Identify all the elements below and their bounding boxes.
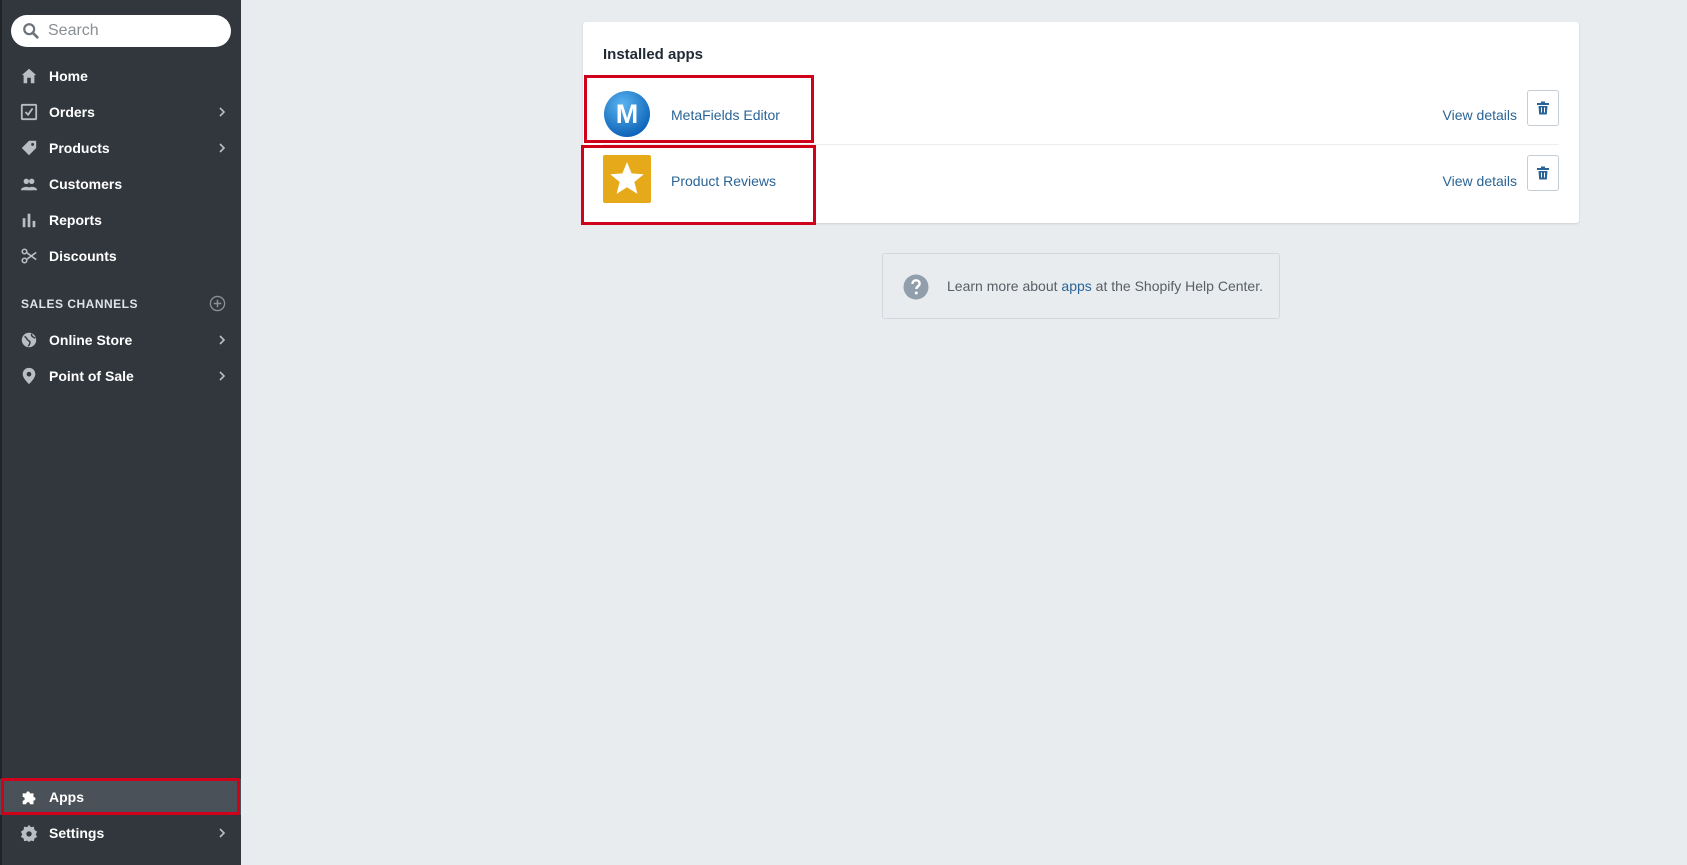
view-details-link[interactable]: View details bbox=[1443, 173, 1517, 189]
view-details-link[interactable]: View details bbox=[1443, 107, 1517, 123]
customers-icon bbox=[20, 178, 38, 191]
help-suffix: at the Shopify Help Center. bbox=[1091, 278, 1263, 294]
sidebar-item-discounts[interactable]: Discounts bbox=[0, 238, 241, 274]
sidebar-item-label: Settings bbox=[49, 825, 105, 841]
help-prefix: Learn more about bbox=[947, 278, 1062, 294]
chevron-right-icon bbox=[219, 107, 226, 117]
chevron-right-icon bbox=[219, 143, 226, 153]
sales-channels-title: SALES CHANNELS bbox=[21, 297, 139, 311]
app-row-metafields-editor: M MetaFields Editor View details bbox=[583, 76, 1579, 144]
sidebar-item-label: Customers bbox=[49, 176, 123, 192]
metafields-logo: M bbox=[604, 91, 650, 137]
tag-icon bbox=[21, 140, 37, 156]
trash-icon bbox=[1537, 166, 1549, 180]
installed-apps-card: Installed apps M MetaFields Editor View … bbox=[583, 22, 1579, 223]
search-input[interactable] bbox=[48, 22, 218, 40]
gear-icon bbox=[20, 824, 38, 842]
delete-app-button[interactable] bbox=[1527, 155, 1559, 191]
sidebar: Home Orders Products Customers bbox=[0, 0, 241, 865]
app-row-product-reviews: Product Reviews View details bbox=[583, 145, 1579, 213]
sidebar-item-label: Reports bbox=[49, 212, 102, 228]
product-reviews-logo bbox=[603, 155, 651, 203]
sidebar-item-orders[interactable]: Orders bbox=[0, 94, 241, 130]
add-channel-icon[interactable] bbox=[209, 295, 226, 312]
sidebar-item-label: Orders bbox=[49, 104, 95, 120]
sidebar-item-label: Point of Sale bbox=[49, 368, 134, 384]
chevron-right-icon bbox=[219, 371, 226, 381]
sidebar-item-label: Online Store bbox=[49, 332, 133, 348]
globe-icon bbox=[21, 332, 37, 348]
app-name-link[interactable]: Product Reviews bbox=[671, 173, 776, 189]
chevron-right-icon bbox=[219, 828, 226, 838]
question-icon bbox=[903, 274, 929, 300]
help-text: Learn more about apps at the Shopify Hel… bbox=[947, 278, 1263, 294]
sidebar-item-point-of-sale[interactable]: Point of Sale bbox=[0, 358, 241, 394]
sidebar-item-label: Discounts bbox=[49, 248, 117, 264]
location-pin-icon bbox=[22, 367, 36, 385]
sidebar-item-label: Apps bbox=[49, 789, 84, 805]
sidebar-item-label: Products bbox=[49, 140, 110, 156]
reports-icon bbox=[22, 213, 36, 228]
sidebar-item-online-store[interactable]: Online Store bbox=[0, 322, 241, 358]
home-icon bbox=[21, 68, 37, 84]
trash-icon bbox=[1537, 101, 1549, 115]
logo-letter: M bbox=[616, 99, 639, 129]
sidebar-item-label: Home bbox=[49, 68, 88, 84]
card-title: Installed apps bbox=[603, 46, 704, 63]
orders-icon bbox=[20, 103, 38, 121]
sidebar-item-reports[interactable]: Reports bbox=[0, 202, 241, 238]
discounts-icon bbox=[21, 248, 37, 264]
delete-app-button[interactable] bbox=[1527, 90, 1559, 126]
help-center-box: Learn more about apps at the Shopify Hel… bbox=[882, 253, 1280, 319]
sidebar-item-customers[interactable]: Customers bbox=[0, 166, 241, 202]
sidebar-item-products[interactable]: Products bbox=[0, 130, 241, 166]
search-box[interactable] bbox=[11, 15, 231, 47]
chevron-right-icon bbox=[219, 335, 226, 345]
search-icon bbox=[23, 23, 39, 39]
app-name-link[interactable]: MetaFields Editor bbox=[671, 107, 780, 123]
sidebar-item-apps[interactable]: Apps bbox=[0, 779, 241, 815]
apps-help-link[interactable]: apps bbox=[1061, 278, 1091, 294]
sidebar-item-home[interactable]: Home bbox=[0, 58, 241, 94]
sidebar-item-settings[interactable]: Settings bbox=[0, 815, 241, 851]
puzzle-icon bbox=[22, 791, 36, 805]
